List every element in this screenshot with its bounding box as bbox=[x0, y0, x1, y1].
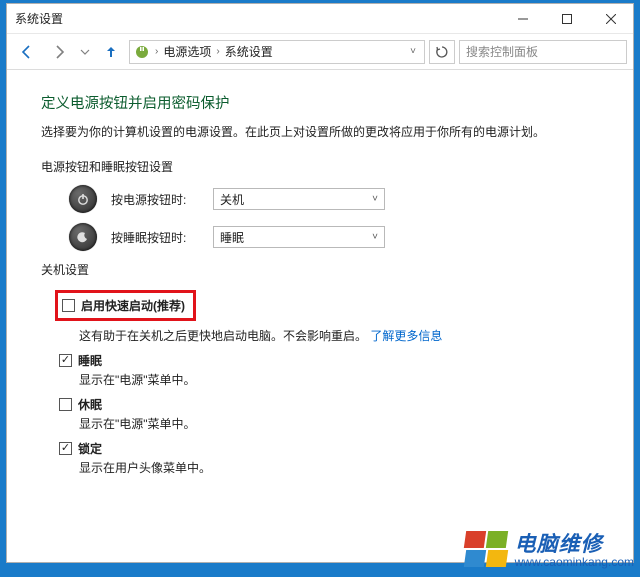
hibernate-option: 休眠 显示在"电源"菜单中。 bbox=[59, 396, 599, 432]
page-subtext: 选择要为你的计算机设置的电源设置。在此页上对设置所做的更改将应用于你所有的电源计… bbox=[41, 123, 599, 140]
content-area: 定义电源按钮并启用密码保护 选择要为你的计算机设置的电源设置。在此页上对设置所做… bbox=[7, 70, 633, 562]
window-title: 系统设置 bbox=[15, 10, 63, 27]
up-button[interactable] bbox=[97, 38, 125, 66]
fast-startup-highlight: 启用快速启动(推荐) bbox=[55, 290, 196, 321]
power-options-icon bbox=[134, 44, 150, 60]
power-button-label: 按电源按钮时: bbox=[111, 191, 199, 208]
chevron-down-icon: ˅ bbox=[372, 232, 378, 243]
lock-label: 锁定 bbox=[78, 440, 102, 457]
search-placeholder: 搜索控制面板 bbox=[466, 43, 538, 60]
forward-button[interactable] bbox=[45, 38, 73, 66]
sleep-option: 睡眠 显示在"电源"菜单中。 bbox=[59, 352, 599, 388]
lock-option: 锁定 显示在用户头像菜单中。 bbox=[59, 440, 599, 476]
maximize-button[interactable] bbox=[545, 4, 589, 34]
chevron-right-icon: › bbox=[152, 46, 161, 57]
learn-more-link[interactable]: 了解更多信息 bbox=[370, 329, 442, 343]
chevron-right-icon: › bbox=[213, 46, 222, 57]
hibernate-checkbox[interactable] bbox=[59, 398, 72, 411]
sleep-icon bbox=[69, 223, 97, 251]
fast-startup-desc: 这有助于在关机之后更快地启动电脑。不会影响重启。 了解更多信息 bbox=[79, 327, 599, 344]
sleep-checkbox[interactable] bbox=[59, 354, 72, 367]
power-icon bbox=[69, 185, 97, 213]
button-section-title: 电源按钮和睡眠按钮设置 bbox=[41, 158, 599, 175]
breadcrumb-item[interactable]: 系统设置 bbox=[225, 43, 273, 60]
power-button-dropdown[interactable]: 关机 ˅ bbox=[213, 188, 385, 210]
breadcrumb-dropdown[interactable]: ˅ bbox=[406, 46, 420, 57]
sleep-button-row: 按睡眠按钮时: 睡眠 ˅ bbox=[69, 223, 599, 251]
lock-desc: 显示在用户头像菜单中。 bbox=[79, 459, 599, 476]
dropdown-value: 睡眠 bbox=[220, 229, 244, 246]
breadcrumb[interactable]: › 电源选项 › 系统设置 ˅ bbox=[129, 40, 425, 64]
navbar: › 电源选项 › 系统设置 ˅ 搜索控制面板 bbox=[7, 34, 633, 70]
recent-dropdown[interactable] bbox=[77, 38, 93, 66]
hibernate-desc: 显示在"电源"菜单中。 bbox=[79, 415, 599, 432]
sleep-button-label: 按睡眠按钮时: bbox=[111, 229, 199, 246]
breadcrumb-item[interactable]: 电源选项 bbox=[163, 43, 211, 60]
back-button[interactable] bbox=[13, 38, 41, 66]
refresh-button[interactable] bbox=[429, 40, 455, 64]
shutdown-section-title: 关机设置 bbox=[41, 261, 599, 278]
titlebar: 系统设置 bbox=[7, 4, 633, 34]
sleep-desc: 显示在"电源"菜单中。 bbox=[79, 371, 599, 388]
search-input[interactable]: 搜索控制面板 bbox=[459, 40, 627, 64]
minimize-button[interactable] bbox=[501, 4, 545, 34]
close-button[interactable] bbox=[589, 4, 633, 34]
chevron-down-icon: ˅ bbox=[372, 194, 378, 205]
window-controls bbox=[501, 4, 633, 34]
sleep-label: 睡眠 bbox=[78, 352, 102, 369]
fast-startup-checkbox[interactable] bbox=[62, 299, 75, 312]
fast-startup-label: 启用快速启动(推荐) bbox=[81, 297, 185, 314]
hibernate-label: 休眠 bbox=[78, 396, 102, 413]
lock-checkbox[interactable] bbox=[59, 442, 72, 455]
page-heading: 定义电源按钮并启用密码保护 bbox=[41, 92, 599, 113]
dropdown-value: 关机 bbox=[220, 191, 244, 208]
settings-window: 系统设置 › 电源选项 › bbox=[6, 3, 634, 563]
sleep-button-dropdown[interactable]: 睡眠 ˅ bbox=[213, 226, 385, 248]
power-button-row: 按电源按钮时: 关机 ˅ bbox=[69, 185, 599, 213]
